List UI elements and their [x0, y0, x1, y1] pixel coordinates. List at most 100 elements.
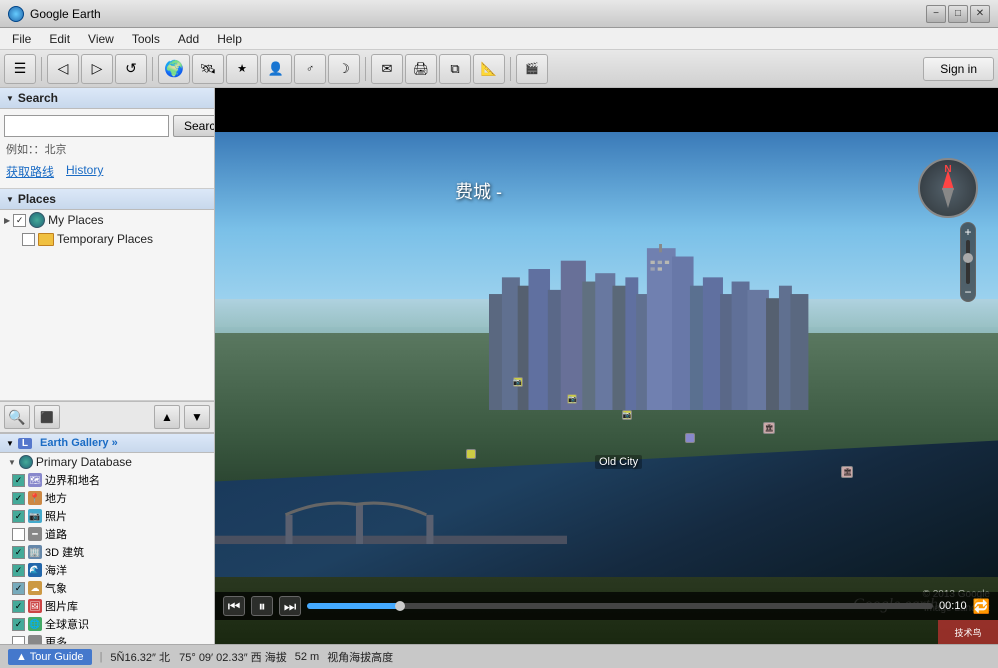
zoom-slider[interactable]: + − — [960, 222, 976, 302]
menu-add[interactable]: Add — [170, 30, 207, 48]
layer-ocean[interactable]: ✓ 🌊 海洋 — [0, 561, 214, 579]
prev-button[interactable]: ⏮ — [223, 596, 245, 616]
progress-thumb[interactable] — [395, 601, 405, 611]
menu-edit[interactable]: Edit — [41, 30, 78, 48]
layers-collapse-icon[interactable]: ▼ — [6, 439, 14, 448]
minimize-button[interactable]: − — [926, 5, 946, 23]
layer-global[interactable]: ✓ 🌐 全球意识 — [0, 615, 214, 633]
zoom-thumb[interactable] — [963, 253, 973, 263]
global-checkbox[interactable]: ✓ — [12, 618, 25, 631]
borders-checkbox[interactable]: ✓ — [12, 474, 25, 487]
ocean-label: 海洋 — [45, 562, 67, 578]
roads-checkbox[interactable] — [12, 528, 25, 541]
pdb-icon — [19, 455, 33, 469]
email-button[interactable]: ✉ — [371, 54, 403, 84]
pdb-expand-icon: ▼ — [8, 458, 16, 467]
tour-guide-button[interactable]: ▲ Tour Guide — [8, 649, 92, 665]
forward-button[interactable]: ▷ — [81, 54, 113, 84]
layer-more[interactable]: … 更多 — [0, 633, 214, 644]
menu-file[interactable]: File — [4, 30, 39, 48]
refresh-button[interactable]: ↺ — [115, 54, 147, 84]
toolbar-sep-1 — [41, 57, 42, 81]
next-button[interactable]: ⏭ — [279, 596, 301, 616]
sidebar-toggle-button[interactable]: ☰ — [4, 54, 36, 84]
layer-3d[interactable]: ✓ 🏢 3D 建筑 — [0, 543, 214, 561]
gallery-checkbox[interactable]: ✓ — [12, 600, 25, 613]
pause-button[interactable]: ⏸ — [251, 596, 273, 616]
search-button[interactable]: Search — [173, 115, 215, 137]
repeat-button[interactable]: 🔁 — [973, 598, 990, 615]
print-button[interactable]: 🖨 — [405, 54, 437, 84]
menu-tools[interactable]: Tools — [124, 30, 168, 48]
3d-icon: 🏢 — [28, 545, 42, 559]
gallery-label: 图片库 — [45, 598, 78, 614]
copy-button[interactable]: ⧉ — [439, 54, 471, 84]
street-view-button[interactable]: 👤 — [260, 54, 292, 84]
places-layer-icon: 📍 — [28, 491, 42, 505]
directions-link[interactable]: 获取路线 — [6, 163, 54, 180]
search-header-label: Search — [18, 91, 58, 105]
places-checkbox[interactable]: ✓ — [12, 492, 25, 505]
moon-button[interactable]: ☽ — [328, 54, 360, 84]
play-bar: ⏮ ⏸ ⏭ 00:10 🔁 — [215, 592, 998, 620]
my-places-item[interactable]: ▶ ✓ My Places — [0, 210, 214, 230]
search-input[interactable] — [4, 115, 169, 137]
primary-db-item[interactable]: ▼ Primary Database — [0, 453, 214, 471]
maximize-button[interactable]: □ — [948, 5, 968, 23]
layer-borders[interactable]: ✓ 🗺 边界和地名 — [0, 471, 214, 489]
signin-button[interactable]: Sign in — [923, 57, 994, 81]
history-link[interactable]: History — [66, 163, 103, 180]
measure-button[interactable]: 📐 — [473, 54, 505, 84]
movie-button[interactable]: 🎬 — [516, 54, 548, 84]
more-icon: … — [28, 635, 42, 644]
title-bar: Google Earth − □ ✕ — [0, 0, 998, 28]
my-places-checkbox[interactable]: ✓ — [13, 214, 26, 227]
satellite-button[interactable]: 🛰 — [192, 54, 224, 84]
compass[interactable]: N — [918, 158, 978, 218]
mars-button[interactable]: ♂ — [294, 54, 326, 84]
places-section: ▼ Places ▶ ✓ My Places Temporary Places — [0, 189, 214, 401]
status-sep-1: | — [100, 651, 103, 663]
photos-checkbox[interactable]: ✓ — [12, 510, 25, 523]
zoom-out-button[interactable]: − — [964, 286, 971, 298]
map-area[interactable]: 📷 📷 📷 🏛 🏛 费城 - Old City N + — [215, 88, 998, 644]
move-up-button[interactable]: ▲ — [154, 405, 180, 429]
close-button[interactable]: ✕ — [970, 5, 990, 23]
layer-gallery[interactable]: ✓ 🖼 图片库 — [0, 597, 214, 615]
add-placemark-button[interactable]: ⬛ — [34, 405, 60, 429]
layer-photos[interactable]: ✓ 📷 照片 — [0, 507, 214, 525]
photos-label: 照片 — [45, 508, 67, 524]
add-folder-button[interactable]: 🔍 — [4, 405, 30, 429]
borders-label: 边界和地名 — [45, 472, 100, 488]
move-down-button[interactable]: ▼ — [184, 405, 210, 429]
earth-gallery-link[interactable]: Earth Gallery » — [40, 437, 118, 449]
roads-icon: ━ — [28, 527, 42, 541]
layers-header: ▼ L Earth Gallery » — [0, 433, 214, 453]
more-checkbox[interactable] — [12, 636, 25, 645]
back-button[interactable]: ◁ — [47, 54, 79, 84]
temp-places-item[interactable]: Temporary Places — [0, 230, 214, 248]
coordinates-display: 5Ñ16.32″ 北 75° 09′ 02.33″ 西 海拔 — [110, 649, 286, 665]
temp-places-checkbox[interactable] — [22, 233, 35, 246]
ocean-checkbox[interactable]: ✓ — [12, 564, 25, 577]
menu-help[interactable]: Help — [209, 30, 250, 48]
weather-checkbox[interactable]: ✓ — [12, 582, 25, 595]
watermark: 技术鸟 — [938, 620, 998, 644]
left-panel: ▼ Search Search 例如：：北京 获取路线 History ▼ Pl… — [0, 88, 215, 644]
sky-button[interactable]: ★ — [226, 54, 258, 84]
layer-places[interactable]: ✓ 📍 地方 — [0, 489, 214, 507]
weather-label: 气象 — [45, 580, 67, 596]
menu-view[interactable]: View — [80, 30, 122, 48]
layer-roads[interactable]: ━ 道路 — [0, 525, 214, 543]
app-icon — [8, 6, 24, 22]
layer-weather[interactable]: ✓ ☁ 气象 — [0, 579, 214, 597]
3d-checkbox[interactable]: ✓ — [12, 546, 25, 559]
places-header[interactable]: ▼ Places — [0, 189, 214, 210]
progress-track[interactable] — [307, 603, 933, 609]
places-collapse-icon: ▼ — [6, 195, 14, 204]
zoom-in-button[interactable]: + — [964, 226, 971, 238]
search-header[interactable]: ▼ Search — [0, 88, 214, 109]
earth-view-button[interactable]: 🌍 — [158, 54, 190, 84]
my-places-label: My Places — [48, 213, 103, 227]
compass-ring[interactable]: N — [918, 158, 978, 218]
